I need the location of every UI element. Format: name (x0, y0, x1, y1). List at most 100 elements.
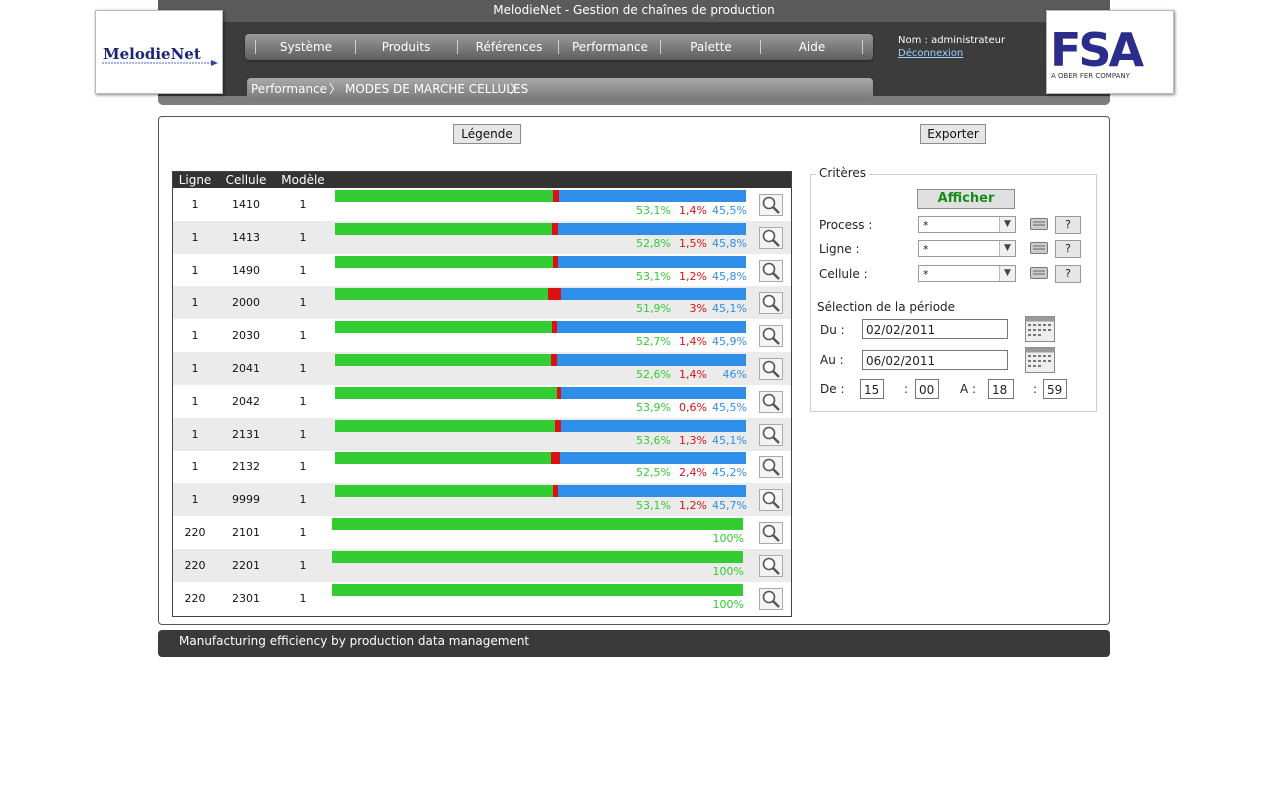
main-nav: Système Produits Références Performance … (245, 34, 873, 60)
chevron-down-icon[interactable]: ▼ (999, 217, 1015, 232)
cell-modele: 1 (299, 198, 307, 211)
cell-cellule: 1410 (232, 198, 260, 211)
zoom-icon[interactable] (759, 194, 783, 216)
bar-segment-running (335, 288, 549, 301)
legend-button[interactable]: Légende (453, 124, 521, 144)
date-from-input[interactable]: 02/02/2011 (862, 319, 1008, 339)
bar-segment-running (335, 255, 554, 268)
time-from-hour-input[interactable]: 15 (860, 379, 884, 399)
bar-segment-stopped (557, 255, 746, 268)
pct-fault: 1,2% (679, 499, 707, 513)
date-to-input[interactable]: 06/02/2011 (862, 350, 1008, 370)
nav-separator (558, 40, 559, 54)
cell-ligne: 1 (191, 296, 199, 310)
zoom-icon[interactable] (759, 259, 783, 282)
ligne-select[interactable]: * ▼ (918, 240, 1016, 257)
keyboard-icon[interactable] (1030, 267, 1048, 279)
pct-running: 53,9% (636, 400, 671, 414)
nav-item-aide[interactable]: Aide (762, 34, 862, 60)
pct-stopped: 45,2% (712, 466, 747, 480)
bar-segment-stopped (557, 222, 746, 235)
cell-ligne: 1 (191, 263, 199, 277)
logout-link[interactable]: Déconnexion (898, 48, 963, 59)
process-select[interactable]: * ▼ (918, 216, 1016, 233)
table-row: 1 9999 1 53,1% 1,2% 45,7% (173, 483, 791, 517)
keyboard-icon[interactable] (1030, 242, 1048, 254)
bar-segment-running (332, 518, 743, 530)
nav-item-references[interactable]: Références (459, 34, 559, 60)
calendar-icon[interactable] (1025, 347, 1055, 373)
pct-running: 53,1% (636, 499, 671, 513)
breadcrumb-item-performance[interactable]: Performance (251, 78, 327, 100)
cell-modele: 1 (299, 394, 307, 408)
table-row: 1 2132 1 52,5% 2,4% 45,2% (173, 450, 791, 483)
time-from-label: De : (820, 382, 845, 396)
nav-item-systeme[interactable]: Système (257, 34, 355, 60)
cell-cellule: 2101 (232, 526, 260, 539)
pct-stopped: 45,8% (712, 269, 747, 283)
zoom-icon[interactable] (759, 292, 783, 315)
cellule-select[interactable]: * ▼ (918, 265, 1016, 282)
bar-segment-running (332, 550, 743, 563)
time-from-minute-input[interactable]: 00 (915, 379, 939, 399)
zoom-icon[interactable] (759, 423, 783, 446)
footer-tagline: Manufacturing efficiency by production d… (179, 634, 530, 648)
cell-modele: 1 (299, 230, 307, 244)
cell-modes-table: Ligne Cellule Modèle 1 1410 1 53,1% 1,4% 45,5… (172, 171, 792, 617)
zoom-icon[interactable] (759, 456, 783, 479)
zoom-icon[interactable] (759, 325, 783, 348)
time-to-minute-input[interactable]: 59 (1043, 379, 1067, 399)
cell-cellule: 2041 (232, 362, 260, 375)
process-help-button[interactable]: ? (1055, 216, 1081, 234)
bar-segment-stopped (558, 485, 746, 498)
time-separator: : (1033, 382, 1038, 396)
pct-fault: 1,2% (679, 269, 707, 283)
export-button[interactable]: Exporter (920, 124, 986, 144)
chevron-down-icon[interactable]: ▼ (999, 266, 1015, 281)
breadcrumb: Performance 〉 MODES DE MARCHE CELLULES 〉 (247, 78, 873, 100)
zoom-icon[interactable] (759, 390, 783, 413)
pct-fault: 1,5% (679, 236, 707, 250)
zoom-icon[interactable] (759, 226, 783, 249)
cell-cellule: 1490 (232, 263, 260, 277)
pct-fault: 2,4% (679, 466, 707, 480)
bar-segment-running (335, 190, 554, 202)
cell-ligne: 1 (191, 230, 199, 244)
pct-running: 51,9% (636, 302, 671, 316)
bar-segment-running (335, 452, 551, 465)
bar-segment-stopped (560, 386, 746, 399)
melodienet-logo-graphic: MelodieNet (100, 44, 218, 66)
bar-segment-stopped (556, 354, 746, 366)
pct-fault: 1,4% (679, 204, 707, 217)
show-button[interactable]: Afficher (917, 189, 1015, 209)
time-to-label: A : (960, 382, 977, 396)
time-separator: : (904, 382, 909, 396)
cellule-help-button[interactable]: ? (1055, 265, 1081, 283)
zoom-icon[interactable] (759, 358, 783, 380)
nav-item-performance[interactable]: Performance (560, 34, 660, 60)
cell-cellule: 2301 (232, 591, 260, 605)
time-to-hour-input[interactable]: 18 (988, 379, 1014, 399)
cell-ligne: 1 (191, 198, 199, 211)
zoom-icon[interactable] (759, 522, 783, 544)
cell-modele: 1 (299, 296, 307, 310)
nav-item-produits[interactable]: Produits (357, 34, 455, 60)
calendar-icon[interactable] (1025, 316, 1055, 342)
table-row: 220 2101 1 100% (173, 516, 791, 549)
cell-ligne: 1 (191, 493, 199, 507)
zoom-icon[interactable] (759, 489, 783, 512)
ligne-help-button[interactable]: ? (1055, 240, 1081, 258)
zoom-icon[interactable] (759, 554, 783, 577)
cell-ligne: 1 (191, 362, 199, 375)
nav-item-palette[interactable]: Palette (662, 34, 760, 60)
bar-segment-running (335, 419, 556, 432)
breadcrumb-separator-icon: 〉 (329, 82, 342, 96)
bar-segment-stopped (558, 190, 746, 202)
bar-segment-running (335, 485, 554, 498)
header-modele: Modèle (281, 173, 325, 187)
zoom-icon[interactable] (759, 587, 783, 610)
criteria-panel (810, 174, 1097, 412)
cell-ligne: 1 (191, 329, 199, 343)
chevron-down-icon[interactable]: ▼ (999, 241, 1015, 256)
keyboard-icon[interactable] (1030, 218, 1048, 230)
